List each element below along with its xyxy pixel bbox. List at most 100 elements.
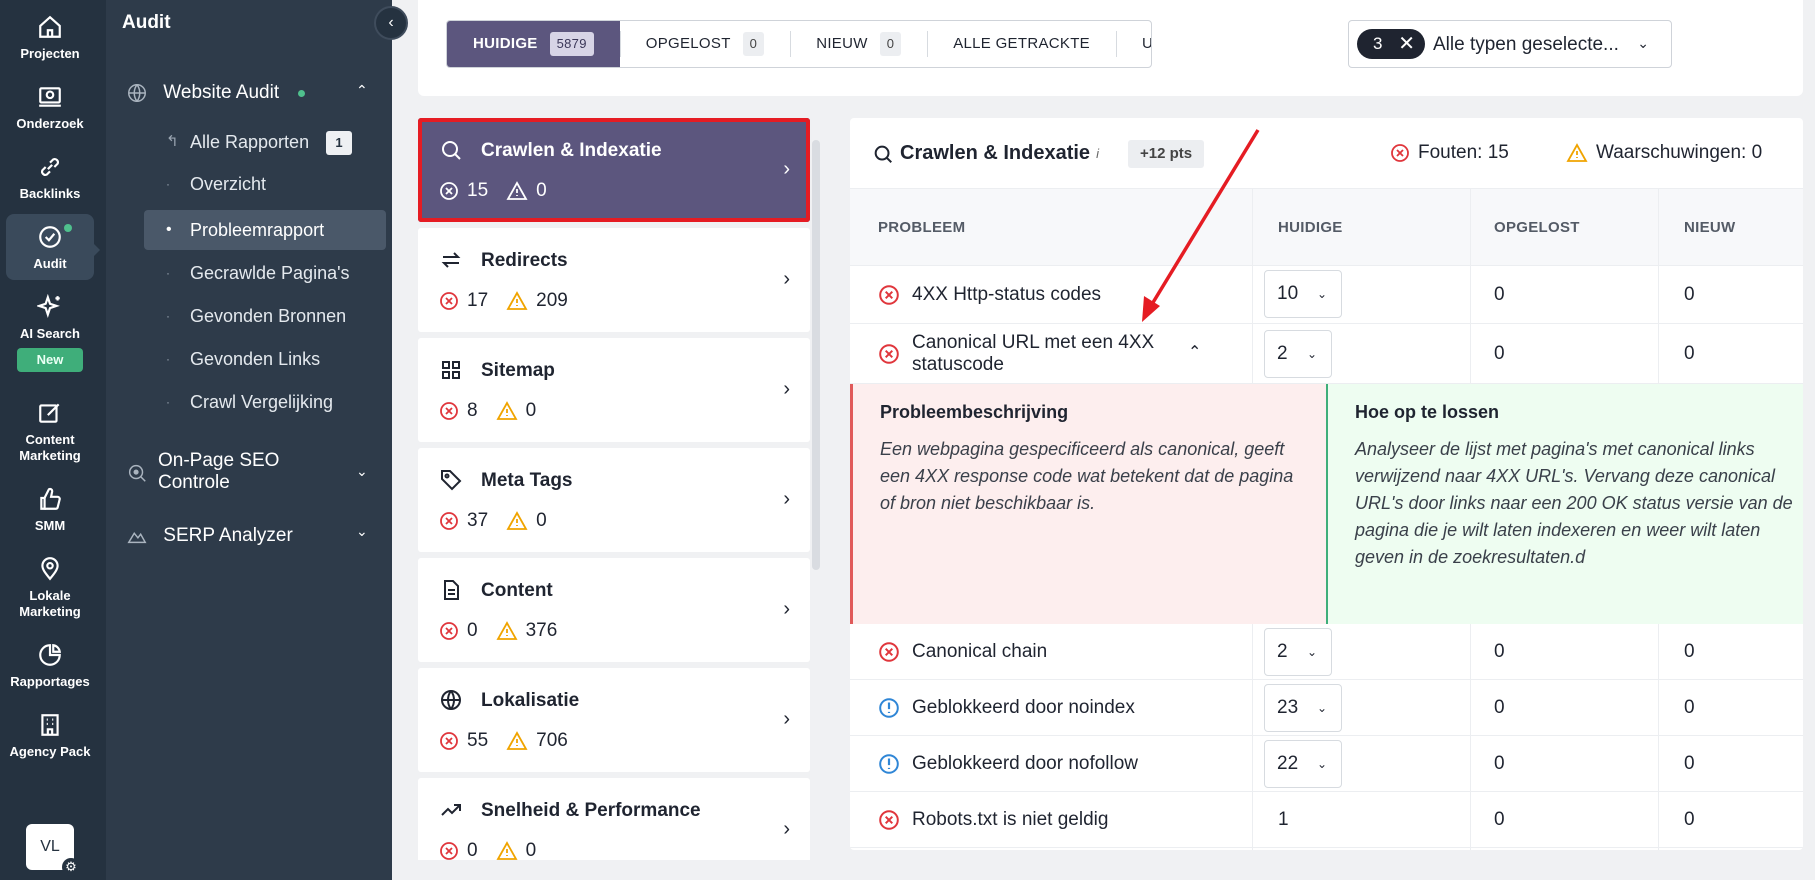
avatar[interactable]: VL ⚙: [26, 824, 80, 876]
pie-chart-icon: [39, 644, 61, 666]
table-row[interactable]: Robots.txt is niet geldig 1 0 0: [850, 792, 1803, 848]
nav-group-website-audit[interactable]: Website Audit ⌃: [126, 82, 368, 104]
info-circle-icon: [879, 698, 899, 718]
chevron-down-icon: ⌄: [356, 463, 368, 479]
chevron-right-icon: ›: [783, 378, 790, 400]
table-row-expanded[interactable]: Canonical URL met een 4XX statuscode ⌃ 2 ⌄…: [850, 324, 1803, 384]
rail-item-ai-search[interactable]: AI Search New: [6, 294, 94, 372]
category-content[interactable]: Content 0 376 ›: [418, 558, 810, 662]
thumbs-up-icon: [40, 487, 61, 510]
nav-item-gevonden-bronnen[interactable]: · Gevonden Bronnen: [144, 296, 386, 336]
rail-item-content-marketing[interactable]: Content Marketing: [6, 400, 94, 464]
rail-item-onderzoek[interactable]: Onderzoek: [6, 84, 94, 132]
current-count-dropdown[interactable]: 23 ⌄: [1264, 684, 1342, 732]
rail-item-projecten[interactable]: Projecten: [6, 14, 94, 62]
category-scrollbar[interactable]: [812, 140, 820, 570]
error-icon: [440, 842, 458, 860]
error-icon: [440, 182, 458, 200]
error-icon: [879, 642, 899, 662]
chevron-down-icon: ⌄: [1316, 701, 1327, 715]
sparkle-icon: [37, 294, 60, 319]
table-row[interactable]: Geblokkeerd door noindex 23 ⌄ 0 0: [850, 680, 1803, 736]
rail-item-audit[interactable]: Audit: [6, 214, 100, 280]
problem-description: Probleembeschrijving Een webpagina gespe…: [850, 384, 1326, 624]
warning-icon: [1566, 143, 1588, 162]
column-header-opgelost[interactable]: OPGELOST: [1494, 189, 1580, 267]
warning-icon: [496, 841, 518, 860]
icon-rail: Projecten Onderzoek Backlinks Audit AI S…: [0, 0, 106, 880]
chevron-right-icon: ›: [783, 598, 790, 620]
column-header-probleem[interactable]: PROBLEEM: [878, 189, 965, 267]
points-badge: +12 pts: [1128, 140, 1205, 168]
rail-item-smm[interactable]: SMM: [6, 486, 94, 534]
chevron-left-icon: ‹: [388, 14, 394, 31]
warning-icon: [506, 731, 528, 750]
current-count-dropdown[interactable]: 2 ⌄: [1264, 330, 1332, 378]
home-icon: [39, 15, 61, 38]
status-tabs: HUIDIGE 5879 OPGELOST 0 NIEUW 0 ALLE GETRAC…: [446, 20, 1152, 68]
tab-opgelost[interactable]: OPGELOST 0: [619, 21, 790, 67]
error-icon: [440, 292, 458, 310]
panel-title: Crawlen & Indexatie i: [872, 142, 1099, 165]
mountain-chart-icon: [127, 531, 147, 544]
nav-item-probleemrapport[interactable]: • Probleemrapport: [144, 210, 386, 250]
error-icon: [879, 344, 899, 364]
error-icon: [1391, 144, 1409, 162]
warning-icon: [496, 401, 518, 420]
category-redirects[interactable]: Redirects 17 209 ›: [418, 228, 810, 332]
tab-uitgeschakeld[interactable]: UITGESCHAKELD0: [1115, 21, 1151, 67]
category-meta-tags[interactable]: Meta Tags 37 0 ›: [418, 448, 810, 552]
table-row[interactable]: Canonical chain 2 ⌄ 0 0: [850, 624, 1803, 680]
chevron-right-icon: ›: [783, 708, 790, 730]
chevron-right-icon: ›: [783, 158, 790, 180]
error-icon: [440, 512, 458, 530]
selected-count-chip[interactable]: 3 ✕: [1357, 29, 1425, 59]
table-row[interactable]: 4XX Http-status codes 10 ⌄ 0 0: [850, 266, 1803, 324]
category-sitemap[interactable]: Sitemap 80 ›: [418, 338, 810, 442]
current-count-dropdown[interactable]: 10 ⌄: [1264, 270, 1342, 318]
status-dot: [64, 224, 72, 232]
link-icon: [41, 158, 59, 176]
building-icon: [41, 714, 59, 736]
tab-huidige[interactable]: HUIDIGE 5879: [447, 21, 620, 67]
select-value: Alle typen geselecte...: [1433, 34, 1619, 55]
nav-item-alle-rapporten[interactable]: ↰ Alle Rapporten 1: [144, 122, 386, 162]
rail-item-rapportages[interactable]: Rapportages: [6, 642, 94, 690]
column-header-nieuw[interactable]: NIEUW: [1684, 189, 1736, 267]
sidebar-nav: Audit ‹ Website Audit ⌃ ↰ Alle Rapporten…: [106, 0, 408, 880]
clear-icon[interactable]: ✕: [1398, 29, 1415, 59]
info-icon[interactable]: i: [1096, 146, 1099, 161]
category-crawlen-indexatie[interactable]: Crawlen & Indexatie 15 0 ›: [418, 118, 810, 222]
map-pin-icon: [41, 557, 59, 581]
nav-group-on-page-seo[interactable]: On-Page SEO Controle ⌄: [126, 450, 376, 494]
issue-type-select[interactable]: 3 ✕ Alle typen geselecte... ⌄: [1348, 20, 1672, 68]
rail-item-lokale-marketing[interactable]: Lokale Marketing: [6, 556, 94, 620]
chevron-right-icon: ›: [783, 268, 790, 290]
rail-item-agency-pack[interactable]: Agency Pack: [6, 712, 94, 760]
column-header-huidige[interactable]: HUIDIGE: [1278, 189, 1343, 267]
tab-alle-getrackte[interactable]: ALLE GETRACKTE: [927, 21, 1116, 67]
current-count-dropdown[interactable]: 22 ⌄: [1264, 740, 1342, 788]
redirect-icon: [441, 252, 461, 268]
nav-item-overzicht[interactable]: · Overzicht: [144, 164, 386, 204]
nav-item-gevonden-links[interactable]: · Gevonden Links: [144, 339, 386, 379]
nav-group-serp-analyzer[interactable]: SERP Analyzer ⌄: [126, 523, 368, 547]
tab-count: 0: [742, 32, 765, 56]
category-lokalisatie[interactable]: Lokalisatie 55 706 ›: [418, 668, 810, 772]
gear-icon[interactable]: ⚙: [62, 858, 80, 876]
globe-icon: [128, 84, 146, 102]
collapse-sidebar-button[interactable]: ‹: [374, 6, 408, 40]
nav-item-crawl-vergelijking[interactable]: · Crawl Vergelijking: [144, 382, 386, 422]
tab-nieuw[interactable]: NIEUW 0: [790, 21, 927, 67]
chevron-up-icon: ⌃: [356, 82, 368, 98]
current-count-dropdown[interactable]: 2 ⌄: [1264, 628, 1332, 676]
document-icon: [444, 580, 459, 600]
warning-icon: [506, 181, 528, 200]
table-header: PROBLEEM HUIDIGE OPGELOST NIEUW: [850, 188, 1803, 266]
nav-item-gecrawlde-paginas[interactable]: · Gecrawlde Pagina's: [144, 253, 386, 293]
category-snelheid-performance[interactable]: Snelheid & Performance 00 ›: [418, 778, 810, 860]
rail-item-backlinks[interactable]: Backlinks: [6, 154, 94, 202]
chevron-up-icon[interactable]: ⌃: [1188, 342, 1201, 362]
chevron-down-icon: ⌄: [1637, 35, 1649, 51]
table-row[interactable]: Geblokkeerd door nofollow 22 ⌄ 0 0: [850, 736, 1803, 792]
